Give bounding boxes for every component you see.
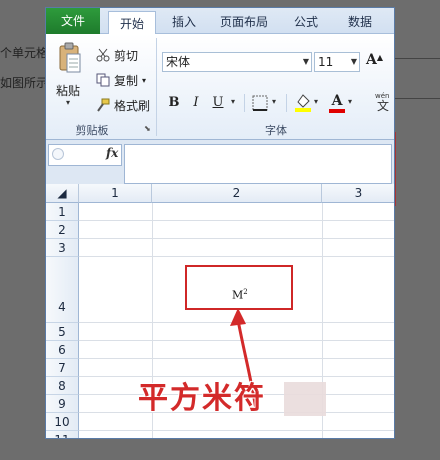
clipboard-group-label: 剪贴板 [75,124,109,137]
cell-base-text: M [232,288,244,302]
toolbar-separator [286,94,287,112]
group-separator [156,38,157,136]
excel-window: 文件 开始 插入 页面布局 公式 数据 粘贴 ▾ 剪切 复制 ▾ 格式刷 剪贴板… [45,7,395,439]
grid-line [79,220,394,221]
copy-button[interactable]: 复制 ▾ [96,71,146,89]
cut-label: 剪切 [114,48,139,63]
clipboard-launcher-icon[interactable]: ⬊ [144,124,151,133]
font-group-label: 字体 [265,124,287,137]
row-header[interactable]: 4 [46,257,79,323]
column-header[interactable]: 1 [79,184,152,203]
row-header[interactable]: 9 [46,395,79,413]
row-header[interactable]: 3 [46,239,79,257]
border-icon[interactable] [252,95,268,111]
formula-bar: fx [46,140,394,188]
font-name-select[interactable]: 宋体 ▼ [162,52,312,72]
font-name-value: 宋体 [166,55,191,69]
font-color-swatch [329,109,345,113]
row-header[interactable]: 5 [46,323,79,341]
tab-formulas[interactable]: 公式 [286,10,326,34]
font-size-value: 11 [318,55,334,69]
paste-dropdown-icon[interactable]: ▾ [66,98,70,107]
row-header[interactable]: 7 [46,359,79,377]
font-color-label: A [331,93,343,109]
underline-dropdown-icon[interactable]: ▾ [231,97,235,106]
toolbar-separator [244,94,245,112]
background-text-2: 如图所示 [0,76,49,90]
tab-insert[interactable]: 插入 [164,10,204,34]
row-header[interactable]: 2 [46,221,79,239]
scissors-icon [96,48,110,62]
formula-input[interactable] [124,144,392,184]
tab-file[interactable]: 文件 [46,8,100,34]
paste-button[interactable]: 粘贴 [56,82,80,99]
select-all-corner[interactable]: ◢ [46,184,79,203]
cell-superscript: 2 [243,288,248,296]
background-text-1: 个单元格 [0,46,49,60]
ribbon-tabs: 文件 开始 插入 页面布局 公式 数据 [46,8,394,35]
fill-color-icon[interactable] [294,92,312,112]
row-header[interactable]: 6 [46,341,79,359]
tab-home[interactable]: 开始 [108,11,156,35]
copy-label: 复制 [114,73,139,88]
name-box-knob [52,148,64,160]
fx-icon[interactable]: fx [106,146,118,160]
grid-line [79,238,394,239]
underline-button[interactable]: U [210,94,226,112]
cut-button[interactable]: 剪切 [96,46,138,64]
row-header[interactable]: 11 [46,431,79,438]
blurred-area [284,382,326,416]
format-painter-button[interactable]: 格式刷 [96,96,150,114]
chevron-down-icon: ▼ [302,57,309,66]
copy-icon [96,73,110,87]
brush-icon [97,98,110,112]
ribbon: 粘贴 ▾ 剪切 复制 ▾ 格式刷 剪贴板 ⬊ 宋体 ▼ 11 ▼ A▲ B I … [46,34,394,140]
font-color-button[interactable]: A [328,90,346,113]
column-header[interactable]: 3 [322,184,394,203]
spreadsheet-grid: ◢ 1 2 3 1 2 3 4 5 6 7 8 9 10 11 M2 [46,184,394,438]
fill-color-dropdown-icon[interactable]: ▾ [314,97,318,106]
font-color-dropdown-icon[interactable]: ▾ [348,97,352,106]
grow-arrow-icon: ▲ [376,52,384,62]
italic-button[interactable]: I [188,94,204,112]
row-header[interactable]: 8 [46,377,79,395]
grow-font-button[interactable]: A▲ [366,52,383,68]
background-line [394,98,440,99]
format-painter-label: 格式刷 [114,98,151,113]
background-line [394,58,440,59]
phonetic-icon[interactable]: wén 文 [374,90,394,112]
tab-page-layout[interactable]: 页面布局 [214,10,274,34]
font-size-select[interactable]: 11 ▼ [314,52,360,72]
grid-line [79,256,394,257]
chevron-down-icon: ▼ [350,57,357,66]
row-header[interactable]: 10 [46,413,79,431]
copy-dropdown-icon[interactable]: ▾ [142,76,146,85]
column-header[interactable]: 2 [152,184,322,203]
grow-font-label: A [366,52,377,68]
bold-button[interactable]: B [166,94,182,112]
svg-text:文: 文 [377,98,389,112]
annotation-label: 平方米符 [138,381,266,416]
cell-value[interactable]: M2 [232,288,248,302]
grid-line [79,430,394,431]
tab-data[interactable]: 数据 [340,10,380,34]
paste-icon[interactable] [58,42,82,76]
row-header[interactable]: 1 [46,203,79,221]
border-dropdown-icon[interactable]: ▾ [272,97,276,106]
